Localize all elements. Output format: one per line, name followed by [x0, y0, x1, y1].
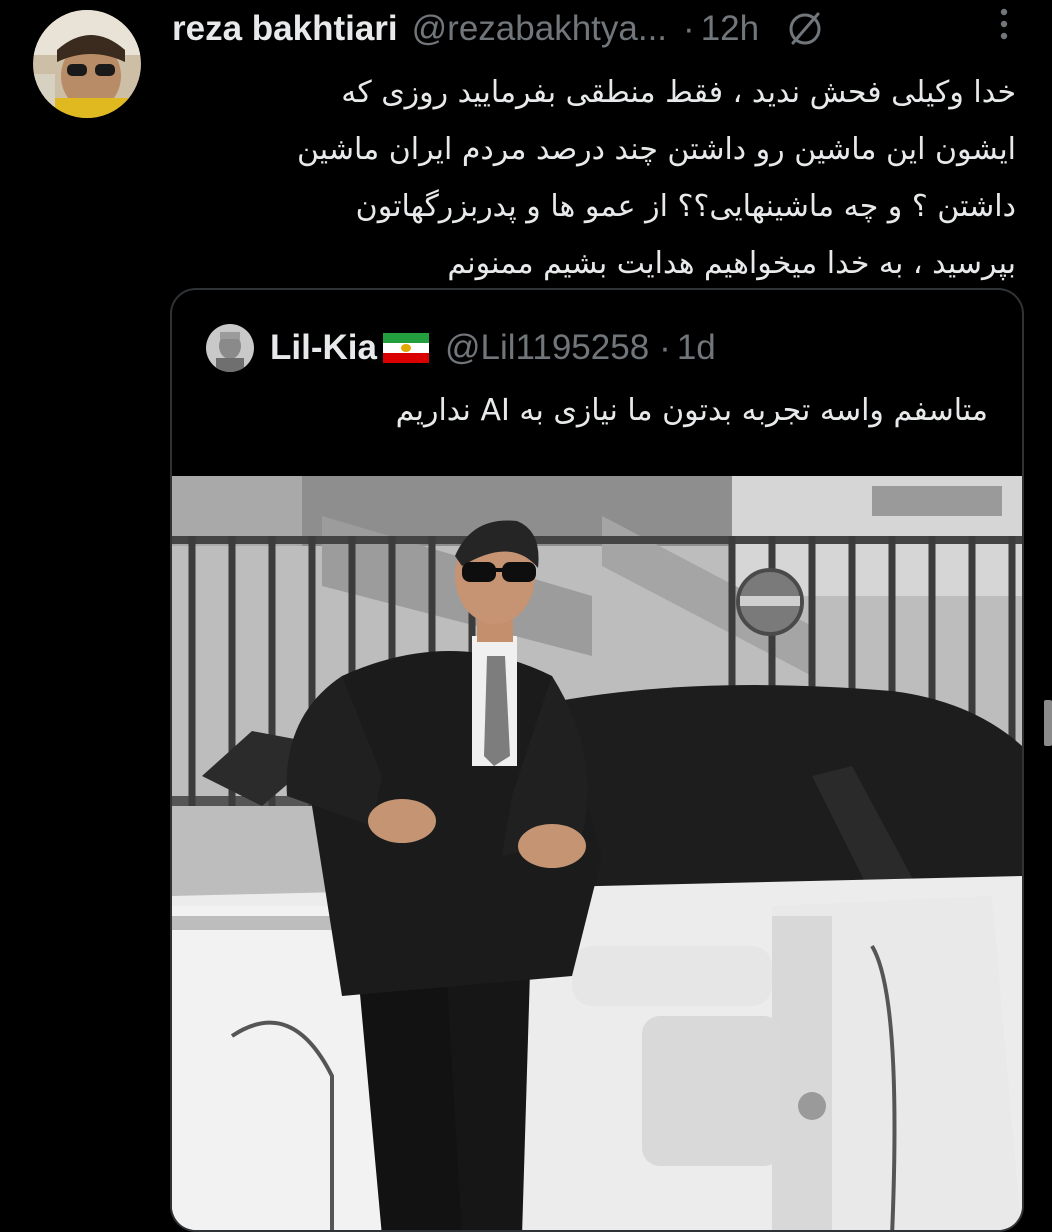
- profile-photo-icon: [206, 324, 254, 372]
- quoted-author-avatar[interactable]: [206, 324, 254, 372]
- tweet-header: reza bakhtiari @rezabakhtya... · 12h: [172, 4, 1042, 54]
- quoted-tweet-photo[interactable]: [172, 476, 1022, 1230]
- more-options-icon[interactable]: [986, 4, 1022, 44]
- separator-dot: ·: [659, 328, 671, 367]
- iran-flag-icon: [382, 333, 429, 363]
- tweet-text-line: خدا وکیلی فحش ندید ، فقط منطقی بفرمایید …: [341, 75, 1016, 110]
- profile-photo-icon: [33, 10, 141, 118]
- author-handle[interactable]: @rezabakhtya...: [412, 9, 667, 49]
- quoted-tweet-text: متاسفم واسه تجربه بدتون ما نیازی به AI ن…: [395, 393, 988, 428]
- tweet-text-line: داشتن ؟ و چه ماشینهایی؟؟ از عمو ها و پدر…: [355, 189, 1016, 224]
- tweet-body: خدا وکیلی فحش ندید ، فقط منطقی بفرمایید …: [172, 64, 1016, 292]
- separator-dot: ·: [683, 9, 695, 48]
- tweet-text-line: ایشون این ماشین رو داشتن چند درصد مردم ا…: [296, 132, 1016, 167]
- scrollbar-handle[interactable]: [1044, 700, 1052, 746]
- author-avatar[interactable]: [33, 10, 141, 118]
- photo-man-with-convertible-icon: [172, 476, 1022, 1230]
- author-name[interactable]: reza bakhtiari: [172, 9, 398, 49]
- tweet-text-line: بپرسید ، به خدا میخواهیم هدایت بشیم ممنو…: [447, 246, 1016, 281]
- replies-restricted-icon: [789, 12, 821, 45]
- quoted-author-handle[interactable]: @Lil1195258: [445, 328, 649, 368]
- quoted-tweet-card[interactable]: Lil-Kia @Lil1195258 · 1d متاسفم واسه تجر…: [170, 288, 1024, 1232]
- tweet-time[interactable]: 12h: [701, 9, 759, 49]
- quoted-author-name[interactable]: Lil-Kia: [270, 328, 377, 368]
- quoted-tweet-time[interactable]: 1d: [677, 328, 716, 368]
- quoted-tweet-header: Lil-Kia @Lil1195258 · 1d: [270, 320, 716, 376]
